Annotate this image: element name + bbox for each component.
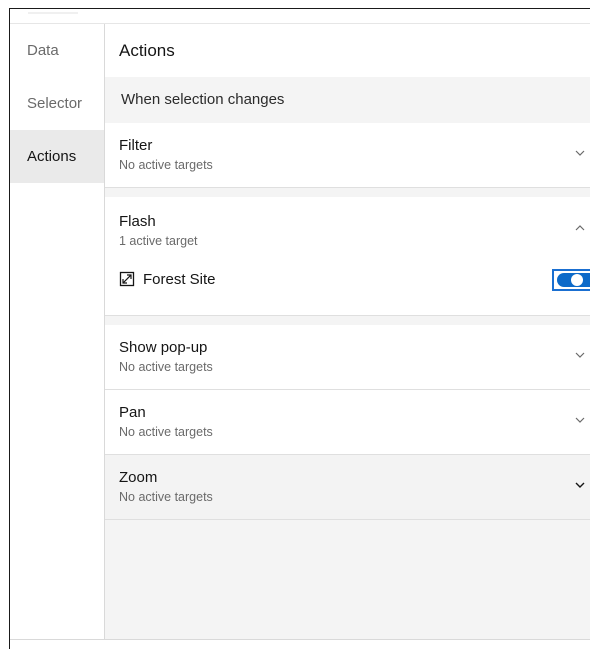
top-strip xyxy=(10,9,590,24)
chevron-down-icon[interactable] xyxy=(574,149,586,157)
action-title: Zoom xyxy=(119,469,158,486)
actions-panel: Actions When selection changes Filter No… xyxy=(105,24,590,639)
chevron-down-icon[interactable] xyxy=(574,481,586,489)
action-title: Pan xyxy=(119,404,146,421)
section-gap xyxy=(105,188,590,197)
action-title: Flash xyxy=(119,213,156,230)
target-row: Forest Site xyxy=(119,269,590,293)
toggle-focus-outline xyxy=(552,269,590,291)
sidebar-item-selector[interactable]: Selector xyxy=(10,77,104,130)
action-flash[interactable]: Flash 1 active target Forest Site xyxy=(105,197,590,316)
sidebar-item-data[interactable]: Data xyxy=(10,24,104,77)
toggle-knob xyxy=(571,274,583,286)
bottom-divider xyxy=(10,639,590,640)
action-subtitle: No active targets xyxy=(119,158,213,172)
page-title: Actions xyxy=(105,24,590,77)
action-pan[interactable]: Pan No active targets xyxy=(105,390,590,455)
action-subtitle: 1 active target xyxy=(119,234,198,248)
target-label: Forest Site xyxy=(143,271,216,288)
side-navigation: Data Selector Actions xyxy=(10,24,105,639)
sidebar-item-actions[interactable]: Actions xyxy=(10,130,104,183)
layer-icon xyxy=(119,271,135,287)
action-title: Filter xyxy=(119,137,153,154)
chevron-down-icon[interactable] xyxy=(574,416,586,424)
chevron-down-icon[interactable] xyxy=(574,351,586,359)
action-title: Show pop-up xyxy=(119,339,208,356)
action-subtitle: No active targets xyxy=(119,490,213,504)
top-tab-indicator xyxy=(28,12,78,14)
target-toggle-switch[interactable] xyxy=(557,273,590,287)
action-show-popup[interactable]: Show pop-up No active targets xyxy=(105,325,590,390)
section-header: When selection changes xyxy=(105,77,590,123)
action-zoom[interactable]: Zoom No active targets xyxy=(105,455,590,520)
section-gap xyxy=(105,316,590,325)
chevron-up-icon[interactable] xyxy=(574,224,586,232)
action-subtitle: No active targets xyxy=(119,425,213,439)
action-subtitle: No active targets xyxy=(119,360,213,374)
action-filter[interactable]: Filter No active targets xyxy=(105,123,590,188)
app-frame: Data Selector Actions Actions When selec… xyxy=(9,8,590,649)
